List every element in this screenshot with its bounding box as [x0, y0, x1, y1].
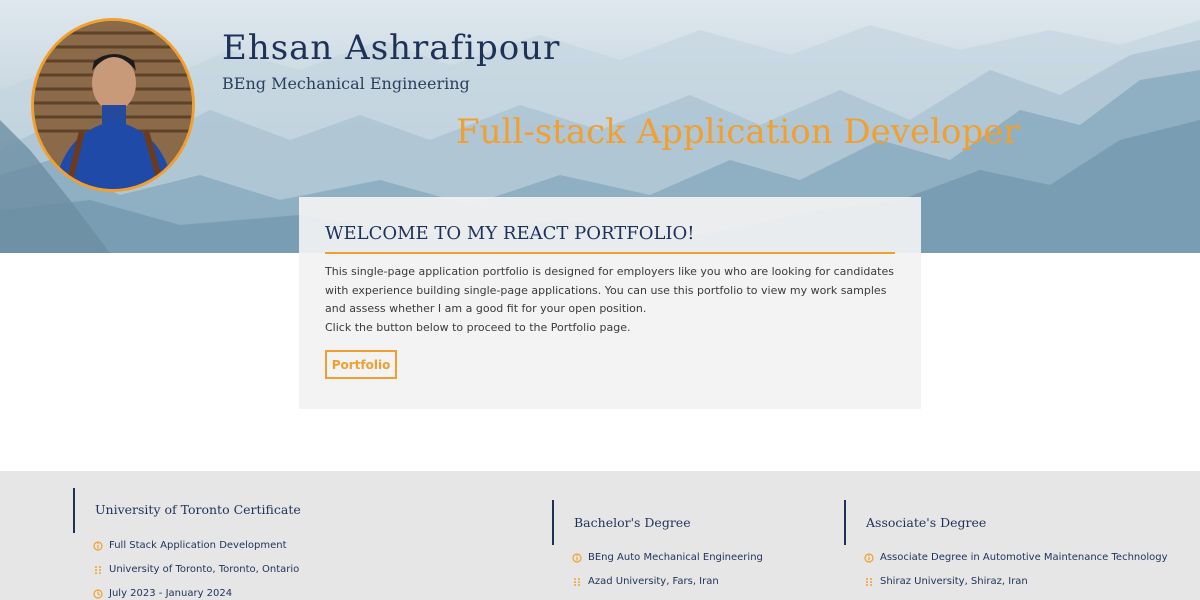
- welcome-instruction: Click the button below to proceed to the…: [325, 320, 631, 334]
- education-item-text: Azad University, Fars, Iran: [588, 576, 719, 587]
- education-item-text: Associate Degree in Automotive Maintenan…: [880, 552, 1168, 563]
- column-divider: [844, 500, 846, 545]
- education-item-text: University of Toronto, Toronto, Ontario: [109, 564, 300, 575]
- info-circle-icon: [93, 540, 103, 551]
- welcome-title: WELCOME TO MY REACT PORTFOLIO!: [325, 223, 895, 254]
- info-circle-icon: [572, 552, 582, 563]
- column-divider: [552, 500, 554, 545]
- profile-role: Full-stack Application Developer: [456, 112, 1020, 152]
- education-title: Associate's Degree: [866, 515, 987, 530]
- portfolio-button[interactable]: Portfolio: [325, 350, 397, 379]
- profile-name: Ehsan Ashrafipour: [222, 28, 561, 68]
- profile-photo: [31, 18, 195, 192]
- education-item-text: Full Stack Application Development: [109, 540, 287, 551]
- education-item-text: Shiraz University, Shiraz, Iran: [880, 576, 1028, 587]
- education-section: University of Toronto Certificate Full S…: [0, 471, 1200, 600]
- education-item: Shiraz University, Shiraz, Iran: [864, 576, 1028, 587]
- column-divider: [73, 488, 75, 533]
- location-dots-icon: [93, 565, 103, 575]
- welcome-paragraph: This single-page application portfolio i…: [325, 265, 894, 315]
- welcome-text: This single-page application portfolio i…: [325, 263, 905, 337]
- education-title: Bachelor's Degree: [574, 515, 691, 530]
- clock-icon: [93, 588, 103, 599]
- location-dots-icon: [864, 577, 874, 587]
- welcome-card: WELCOME TO MY REACT PORTFOLIO! This sing…: [299, 197, 921, 409]
- education-item: Azad University, Fars, Iran: [572, 576, 719, 587]
- education-item: Associate Degree in Automotive Maintenan…: [864, 552, 1168, 563]
- education-item-text: BEng Auto Mechanical Engineering: [588, 552, 763, 563]
- info-circle-icon: [864, 552, 874, 563]
- education-item: July 2023 - January 2024: [93, 588, 232, 599]
- education-item: University of Toronto, Toronto, Ontario: [93, 564, 299, 575]
- profile-degree: BEng Mechanical Engineering: [222, 74, 470, 93]
- education-item: Full Stack Application Development: [93, 540, 287, 551]
- education-item-text: July 2023 - January 2024: [109, 588, 233, 599]
- education-item: BEng Auto Mechanical Engineering: [572, 552, 763, 563]
- education-title: University of Toronto Certificate: [95, 502, 301, 517]
- location-dots-icon: [572, 577, 582, 587]
